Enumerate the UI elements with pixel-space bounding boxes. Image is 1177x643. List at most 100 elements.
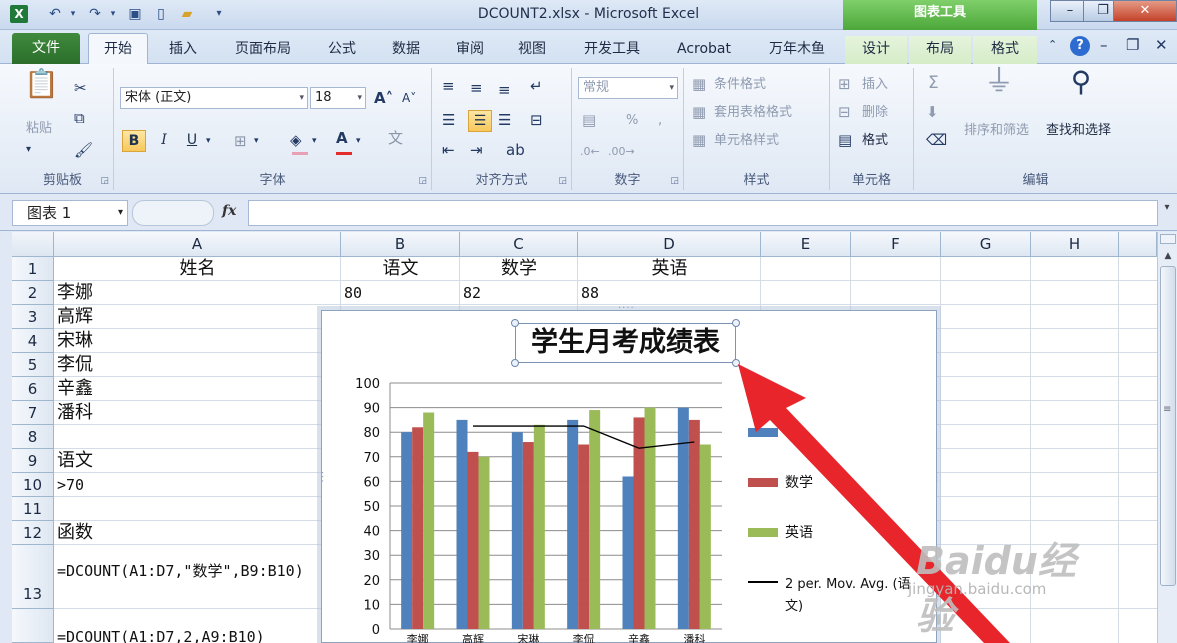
cell-c2[interactable]: 82 (463, 282, 481, 304)
tab-page-layout[interactable]: 页面布局 (222, 36, 304, 64)
phonetic-icon[interactable]: 文 (388, 128, 403, 148)
column-header-next[interactable] (1119, 232, 1157, 257)
align-left-icon[interactable]: ☰ (442, 110, 455, 130)
merge-center-icon[interactable]: ⊟ (530, 110, 543, 130)
cell-b1[interactable]: 语文 (341, 258, 460, 280)
column-header-g[interactable]: G (941, 232, 1031, 257)
row-header-9[interactable]: 9 (12, 449, 54, 473)
name-box[interactable]: 图表 1 ▾ (12, 200, 128, 226)
cell-a1[interactable]: 姓名 (54, 258, 341, 280)
find-binoculars-icon[interactable]: ⚲ (1066, 68, 1096, 96)
sort-filter-icon[interactable]: ⏚ (984, 67, 1014, 97)
cell-a9[interactable]: 语文 (57, 450, 93, 472)
column-header-c[interactable]: C (460, 232, 578, 257)
title-handle-bottom-right[interactable] (732, 359, 740, 367)
orientation-icon[interactable]: ab (506, 140, 525, 160)
row-header-8[interactable]: 8 (12, 425, 54, 449)
paste-dropdown-icon[interactable]: ▾ (26, 140, 31, 160)
row-header-3[interactable]: 3 (12, 305, 54, 329)
column-header-b[interactable]: B (341, 232, 460, 257)
chart-title[interactable]: 学生月考成绩表 (515, 323, 736, 363)
borders-dropdown-icon[interactable]: ▾ (254, 131, 259, 151)
format-cells-button[interactable]: 格式 (862, 132, 888, 150)
cell-a14[interactable]: =DCOUNT(A1:D7,2,A9:B10) (57, 626, 309, 643)
close-button[interactable]: ✕ (1113, 0, 1177, 22)
comma-style-button[interactable]: , (658, 112, 662, 130)
shrink-font-icon[interactable]: A˅ (402, 88, 416, 108)
font-size-combo[interactable]: 18 ▾ (310, 87, 366, 109)
tab-acrobat[interactable]: Acrobat (664, 36, 744, 64)
title-handle-top-right[interactable] (732, 319, 740, 327)
split-box[interactable] (1160, 234, 1176, 244)
decrease-indent-icon[interactable]: ⇤ (442, 140, 455, 160)
increase-indent-icon[interactable]: ⇥ (470, 140, 483, 160)
cell-a6[interactable]: 辛鑫 (57, 378, 93, 400)
collapse-ribbon-icon[interactable]: ⌃ (1048, 38, 1057, 51)
fill-icon[interactable]: ⬇ (926, 102, 939, 122)
column-header-d[interactable]: D (578, 232, 761, 257)
row-header-7[interactable]: 7 (12, 401, 54, 425)
align-top-icon[interactable]: ≡ (442, 76, 455, 96)
tab-chart-layout[interactable]: 布局 (909, 36, 971, 64)
scrollbar-thumb[interactable] (1160, 266, 1176, 586)
cell-b2[interactable]: 80 (344, 282, 362, 304)
cell-a2[interactable]: 李娜 (57, 282, 93, 304)
column-header-e[interactable]: E (761, 232, 851, 257)
insert-function-button[interactable]: fx (222, 203, 236, 219)
column-header-h[interactable]: H (1031, 232, 1119, 257)
tab-wannian-muyu[interactable]: 万年木鱼 (756, 36, 838, 64)
number-launcher-icon[interactable]: ◲ (670, 176, 679, 186)
sort-filter-button[interactable]: 排序和筛选 (964, 122, 1029, 140)
tab-file[interactable]: 文件 (12, 33, 80, 64)
align-middle-icon[interactable]: ≡ (470, 78, 483, 98)
column-header-a[interactable]: A (54, 232, 341, 257)
insert-cells-button[interactable]: 插入 (862, 76, 888, 94)
align-bottom-icon[interactable]: ≡ (498, 80, 511, 100)
decrease-decimal-icon[interactable]: .00→ (608, 142, 635, 162)
copy-icon[interactable]: ⧉ (74, 108, 85, 128)
tab-developer[interactable]: 开发工具 (568, 36, 656, 64)
title-handle-bottom-left[interactable] (511, 359, 519, 367)
bold-button[interactable]: B (122, 130, 146, 152)
select-all-corner[interactable] (12, 232, 54, 257)
cut-icon[interactable]: ✂ (74, 78, 87, 98)
row-header-12[interactable]: 12 (12, 521, 54, 545)
paste-icon[interactable]: 📋 (24, 70, 59, 108)
cell-a12[interactable]: 函数 (57, 522, 93, 544)
fill-color-icon[interactable]: ◈ (290, 130, 302, 150)
italic-button[interactable]: I (152, 130, 176, 152)
row-header-13[interactable]: 13 (12, 545, 54, 609)
autosum-button[interactable]: Σ (928, 74, 939, 92)
tab-home[interactable]: 开始 (88, 33, 148, 65)
row-header-5[interactable]: 5 (12, 353, 54, 377)
row-header-2[interactable]: 2 (12, 281, 54, 305)
cell-a10[interactable]: >70 (57, 474, 84, 496)
cell-a5[interactable]: 李侃 (57, 354, 93, 376)
workbook-minimize-icon[interactable]: – (1100, 36, 1108, 54)
increase-decimal-icon[interactable]: .0← (580, 142, 600, 162)
help-icon[interactable]: ? (1070, 36, 1090, 56)
align-center-button[interactable]: ☰ (468, 110, 492, 132)
cell-a3[interactable]: 高辉 (57, 306, 93, 328)
row-header-1[interactable]: 1 (12, 257, 54, 281)
align-right-icon[interactable]: ☰ (498, 110, 511, 130)
font-color-dropdown-icon[interactable]: ▾ (356, 131, 361, 151)
column-header-f[interactable]: F (851, 232, 941, 257)
tab-chart-design[interactable]: 设计 (845, 36, 907, 64)
row-header-14[interactable] (12, 609, 54, 643)
embedded-chart[interactable]: ···· ··· ··· 0 10 20 30 40 50 60 70 80 90 100 李娜 高辉宋… (316, 303, 941, 643)
cell-c1[interactable]: 数学 (460, 258, 578, 280)
clear-icon[interactable]: ⌫ (926, 130, 947, 150)
expand-formula-bar-icon[interactable]: ▾ (1159, 202, 1175, 224)
tab-review[interactable]: 审阅 (442, 36, 498, 64)
percent-style-button[interactable]: % (626, 112, 638, 130)
cell-a13[interactable]: =DCOUNT(A1:D7,"数学",B9:B10) (57, 560, 309, 582)
tab-formulas[interactable]: 公式 (314, 36, 370, 64)
row-header-4[interactable]: 4 (12, 329, 54, 353)
number-format-combo[interactable]: 常规 ▾ (578, 77, 678, 99)
cell-d2[interactable]: 88 (581, 282, 599, 304)
underline-dropdown-icon[interactable]: ▾ (206, 131, 211, 151)
paste-label[interactable]: 粘贴 (26, 120, 52, 138)
row-header-6[interactable]: 6 (12, 377, 54, 401)
formula-input[interactable] (248, 200, 1158, 226)
